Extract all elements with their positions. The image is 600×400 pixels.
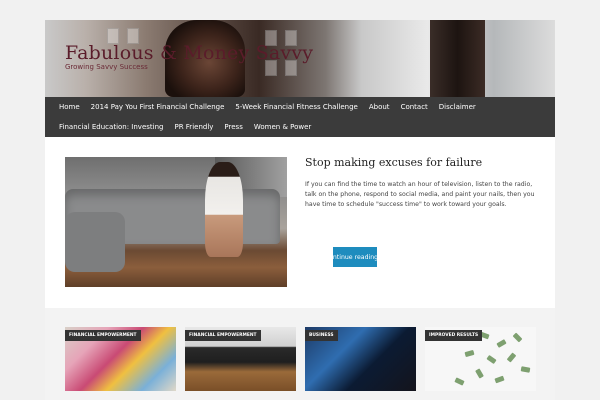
site-tagline: Growing Savvy Success xyxy=(65,63,148,71)
featured-post-excerpt: If you can find the time to watch an hou… xyxy=(305,181,535,208)
nav-item-disclaimer[interactable]: Disclaimer xyxy=(439,103,476,111)
nav-item-about[interactable]: About xyxy=(369,103,390,111)
money-bill-decoration xyxy=(496,339,507,348)
continue-reading-button[interactable]: Continue reading → xyxy=(325,247,385,267)
site-header-banner: Fabulous & Money Savvy Growing Savvy Suc… xyxy=(45,20,555,97)
post-card[interactable]: Financial Empowerment xyxy=(65,327,176,391)
money-bill-decoration xyxy=(520,366,531,373)
nav-item-press[interactable]: Press xyxy=(224,123,242,131)
nav-item-financial-fitness-challenge[interactable]: 5-Week Financial Fitness Challenge xyxy=(235,103,357,111)
category-badge[interactable]: Financial Empowerment xyxy=(185,330,261,341)
image-sofa-arm xyxy=(65,212,125,272)
image-seated-woman xyxy=(205,162,243,257)
main-navigation: Home 2014 Pay You First Financial Challe… xyxy=(45,97,555,137)
nav-row-primary: Home 2014 Pay You First Financial Challe… xyxy=(45,97,555,117)
nav-item-women-and-power[interactable]: Women & Power xyxy=(254,123,311,131)
post-grid: Financial Empowerment Financial Empowerm… xyxy=(45,308,555,400)
category-badge[interactable]: Business xyxy=(305,330,338,341)
money-bill-decoration xyxy=(512,332,523,343)
post-card[interactable]: Financial Empowerment xyxy=(185,327,296,391)
money-bill-decoration xyxy=(454,377,465,386)
category-badge[interactable]: Financial Empowerment xyxy=(65,330,141,341)
nav-row-secondary: Financial Education: Investing PR Friend… xyxy=(45,117,555,137)
nav-item-pr-friendly[interactable]: PR Friendly xyxy=(174,123,213,131)
nav-item-pay-you-first-challenge[interactable]: 2014 Pay You First Financial Challenge xyxy=(91,103,225,111)
banner-curtain xyxy=(430,20,485,97)
page-container: Fabulous & Money Savvy Growing Savvy Suc… xyxy=(45,20,555,400)
money-bill-decoration xyxy=(475,368,484,379)
featured-post-image[interactable] xyxy=(65,157,287,287)
money-bill-decoration xyxy=(486,354,497,365)
featured-post-title[interactable]: Stop making excuses for failure xyxy=(305,156,482,169)
nav-item-contact[interactable]: Contact xyxy=(401,103,428,111)
nav-item-home[interactable]: Home xyxy=(59,103,80,111)
post-card[interactable]: Improved Results xyxy=(425,327,536,391)
money-bill-decoration xyxy=(506,352,517,363)
post-card[interactable]: Business xyxy=(305,327,416,391)
category-badge[interactable]: Improved Results xyxy=(425,330,483,341)
money-bill-decoration xyxy=(494,375,505,384)
nav-item-financial-education[interactable]: Financial Education: Investing xyxy=(59,123,163,131)
money-bill-decoration xyxy=(464,349,475,358)
site-title[interactable]: Fabulous & Money Savvy xyxy=(65,42,313,64)
